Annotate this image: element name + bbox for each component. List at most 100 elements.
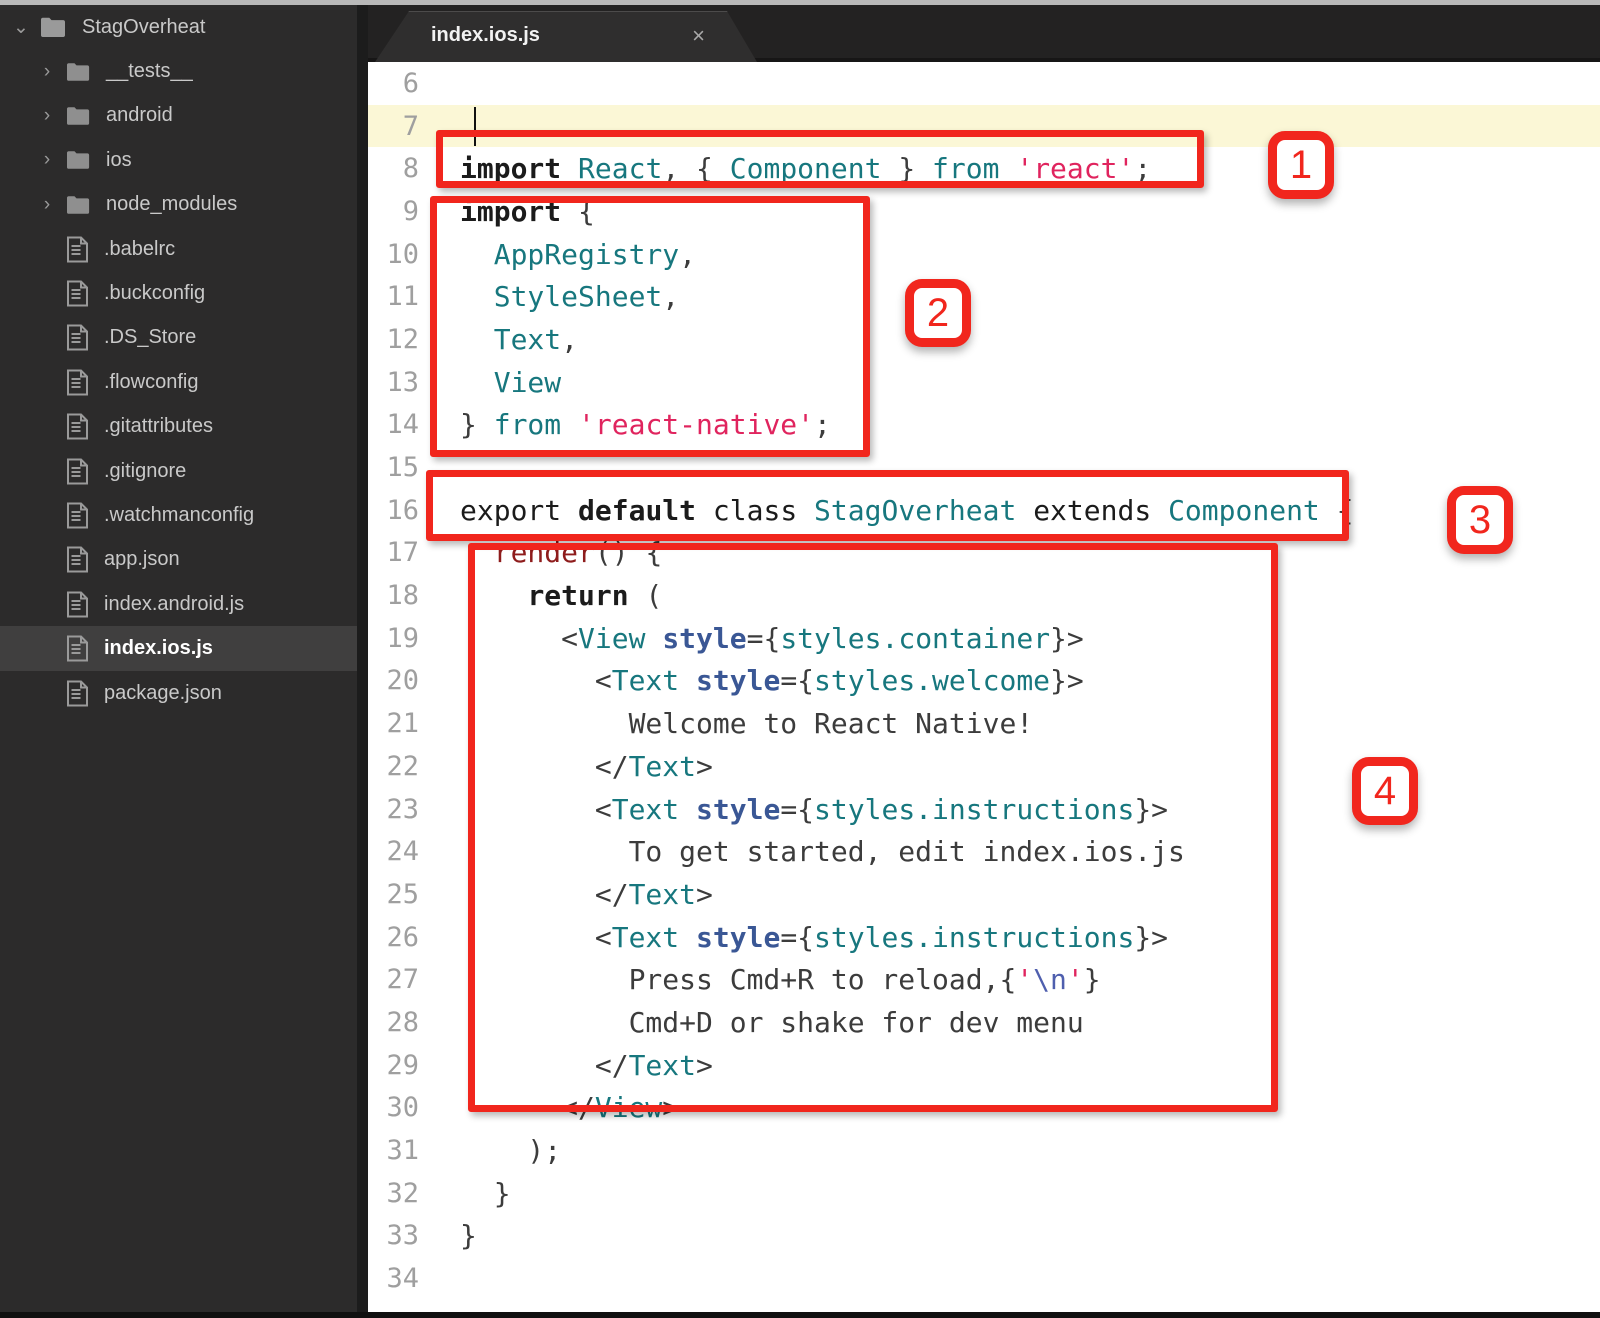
tree-item--buckconfig[interactable]: .buckconfig: [0, 271, 357, 315]
chevron-right-icon[interactable]: ›: [34, 194, 60, 216]
tab-index-ios-js[interactable]: index.ios.js ×: [375, 11, 757, 62]
token-id: Text: [611, 664, 680, 698]
token-pl: <: [460, 621, 579, 655]
code-text: );: [419, 1134, 561, 1167]
tree-item-android[interactable]: › android: [0, 94, 357, 138]
code-line-33[interactable]: 33}: [368, 1215, 1600, 1258]
code-line-13[interactable]: 13 View: [368, 361, 1600, 404]
code-text: <Text style={styles.instructions}>: [419, 921, 1168, 954]
token-esc: \n: [1033, 963, 1067, 997]
file-icon: [66, 369, 89, 396]
line-number: 27: [386, 964, 419, 996]
code-line-34[interactable]: 34: [368, 1257, 1600, 1300]
line-number: 10: [386, 238, 419, 270]
line-number: 9: [402, 195, 419, 227]
tree-item--tests-[interactable]: › __tests__: [0, 49, 357, 93]
token-pl: To get started, edit index.ios.js: [460, 835, 1185, 869]
token-pl: {: [561, 194, 595, 228]
code-line-9[interactable]: 9 import {: [368, 190, 1600, 233]
code-line-18[interactable]: 18 return (: [368, 574, 1600, 617]
token-id: Text: [493, 322, 562, 356]
token-attr: style: [696, 920, 781, 954]
chevron-down-icon[interactable]: ⌄: [8, 16, 34, 39]
code-line-23[interactable]: 23 <Text style={styles.instructions}>: [368, 788, 1600, 831]
tree-item--gitattributes[interactable]: .gitattributes: [0, 405, 357, 449]
code-line-12[interactable]: 12 Text,: [368, 318, 1600, 361]
code-line-27[interactable]: 27 Press Cmd+R to reload,{'\n'}: [368, 958, 1600, 1001]
code-line-26[interactable]: 26 <Text style={styles.instructions}>: [368, 916, 1600, 959]
folder-icon: [66, 61, 91, 83]
code-text: render() {: [419, 536, 663, 569]
token-pl: >: [696, 877, 713, 911]
file-icon: [66, 546, 89, 573]
token-id: styles.instructions: [814, 920, 1135, 954]
token-id: styles.container: [780, 621, 1051, 655]
token-str: ': [1066, 963, 1084, 997]
tree-item-stagoverheat[interactable]: ⌄ StagOverheat: [0, 5, 357, 49]
token-pl: }>: [1050, 621, 1084, 655]
code-line-24[interactable]: 24 To get started, edit index.ios.js: [368, 830, 1600, 873]
code-line-22[interactable]: 22 </Text>: [368, 745, 1600, 788]
line-number: 8: [402, 153, 419, 185]
token-pl: </: [460, 877, 629, 911]
tree-item--flowconfig[interactable]: .flowconfig: [0, 360, 357, 404]
token-pl: ,: [561, 322, 579, 356]
code-editor-window: ⌄ StagOverheat › __tests__ › android › ios › node…: [0, 0, 1600, 1318]
token-pl: Cmd+D or shake for dev menu: [460, 1005, 1084, 1039]
code-line-28[interactable]: 28 Cmd+D or shake for dev menu: [368, 1001, 1600, 1044]
token-pl: );: [460, 1134, 562, 1168]
code-line-32[interactable]: 32 }: [368, 1172, 1600, 1215]
code-text: export default class StagOverheat extend…: [419, 494, 1354, 527]
token-id: Text: [611, 792, 680, 826]
token-pl: ,: [679, 237, 697, 271]
tree-item--watchmanconfig[interactable]: .watchmanconfig: [0, 493, 357, 537]
code-text: Cmd+D or shake for dev menu: [419, 1006, 1084, 1039]
code-line-21[interactable]: 21 Welcome to React Native!: [368, 702, 1600, 745]
code-line-19[interactable]: 19 <View style={styles.container}>: [368, 617, 1600, 660]
tree-item-package-json[interactable]: package.json: [0, 671, 357, 715]
tree-item-label: .DS_Store: [104, 326, 197, 349]
code-text: </Text>: [419, 750, 713, 783]
tree-item--babelrc[interactable]: .babelrc: [0, 227, 357, 271]
code-line-10[interactable]: 10 AppRegistry,: [368, 233, 1600, 276]
code-line-14[interactable]: 14} from 'react-native';: [368, 404, 1600, 447]
token-pl: }: [1083, 963, 1101, 997]
code-line-8[interactable]: 8 import React, { Component } from 'react…: [368, 147, 1600, 190]
file-icon: [66, 280, 89, 307]
close-icon[interactable]: ×: [692, 23, 705, 49]
code-text: </Text>: [419, 878, 713, 911]
code-line-30[interactable]: 30 </View>: [368, 1087, 1600, 1130]
code-line-31[interactable]: 31 );: [368, 1129, 1600, 1172]
tree-item-node-modules[interactable]: › node_modules: [0, 183, 357, 227]
code-line-25[interactable]: 25 </Text>: [368, 873, 1600, 916]
tree-item-index-android-js[interactable]: index.android.js: [0, 582, 357, 626]
tree-item--ds-store[interactable]: .DS_Store: [0, 316, 357, 360]
line-number: 28: [386, 1006, 419, 1038]
chevron-right-icon[interactable]: ›: [34, 149, 60, 171]
code-line-29[interactable]: 29 </Text>: [368, 1044, 1600, 1087]
token-attr: style: [662, 621, 747, 655]
code-editor[interactable]: 6 7 8 import React, { Component } from 'rea…: [368, 62, 1600, 1312]
line-number: 16: [386, 494, 419, 526]
code-line-7[interactable]: 7: [368, 104, 1600, 148]
code-line-11[interactable]: 11 StyleSheet,: [368, 275, 1600, 318]
code-line-15[interactable]: 15: [368, 446, 1600, 489]
code-line-17[interactable]: 17 render() {: [368, 532, 1600, 575]
tree-item-app-json[interactable]: app.json: [0, 538, 357, 582]
chevron-right-icon[interactable]: ›: [34, 61, 60, 83]
code-text: Welcome to React Native!: [419, 707, 1034, 740]
chevron-right-icon[interactable]: ›: [34, 105, 60, 127]
tree-item-index-ios-js[interactable]: index.ios.js: [0, 626, 357, 671]
tree-item--gitignore[interactable]: .gitignore: [0, 449, 357, 493]
code-line-6[interactable]: 6: [368, 62, 1600, 105]
file-icon: [66, 680, 89, 707]
window-bottom-edge: [0, 1312, 1600, 1318]
code-line-20[interactable]: 20 <Text style={styles.welcome}>: [368, 660, 1600, 703]
tree-item-label: StagOverheat: [82, 15, 206, 38]
code-line-16[interactable]: 16 export default class StagOverheat exte…: [368, 489, 1600, 532]
line-number: 19: [386, 622, 419, 654]
tree-item-ios[interactable]: › ios: [0, 138, 357, 182]
